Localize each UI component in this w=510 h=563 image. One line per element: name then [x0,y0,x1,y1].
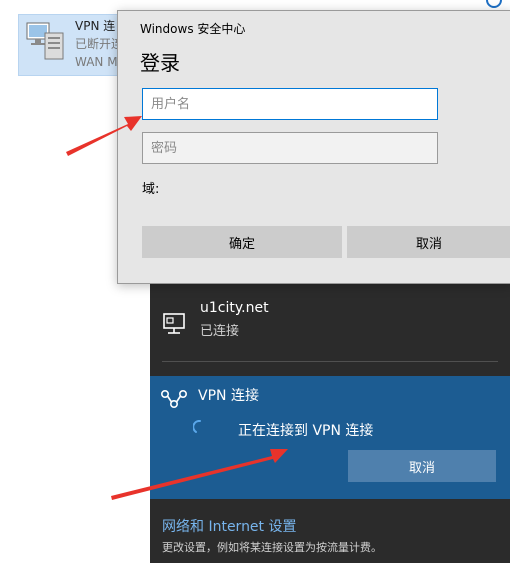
network-name[interactable]: u1city.net [200,300,269,316]
vpn-title: VPN 连接 [198,388,259,404]
password-input[interactable] [142,132,438,164]
dialog-heading: 登录 [140,51,180,75]
vpn-icon [160,389,188,409]
username-input[interactable] [142,88,438,120]
network-status: 已连接 [200,324,240,339]
connection-name: VPN 连 [75,19,116,33]
blue-circle-icon [486,0,502,8]
dialog-cancel-button[interactable]: 取消 [347,226,510,258]
vpn-connection-item[interactable]: VPN 连 已断开连 WAN M [18,14,126,76]
network-settings-link[interactable]: 网络和 Internet 设置 [162,516,297,536]
vpn-connection-text: VPN 连 已断开连 WAN M [75,17,123,71]
ethernet-monitor-icon [162,312,188,336]
vpn-connecting-status: 正在连接到 VPN 连接 [238,423,374,439]
domain-label: 域: [142,182,160,197]
ok-button[interactable]: 确定 [142,226,342,258]
loading-spinner-icon [192,419,207,433]
divider [162,361,498,362]
dialog-title: Windows 安全中心 [140,22,246,36]
vpn-cancel-button[interactable]: 取消 [348,450,496,482]
network-computer-icon [23,19,67,63]
vpn-panel[interactable]: VPN 连接 正在连接到 VPN 连接 取消 [150,376,510,499]
connection-device: WAN M [75,55,118,69]
windows-security-dialog: Windows 安全中心 登录 域: 确定 取消 [117,10,510,284]
connection-status: 已断开连 [75,37,124,51]
network-settings-description: 更改设置，例如将某连接设置为按流量计费。 [162,541,382,554]
